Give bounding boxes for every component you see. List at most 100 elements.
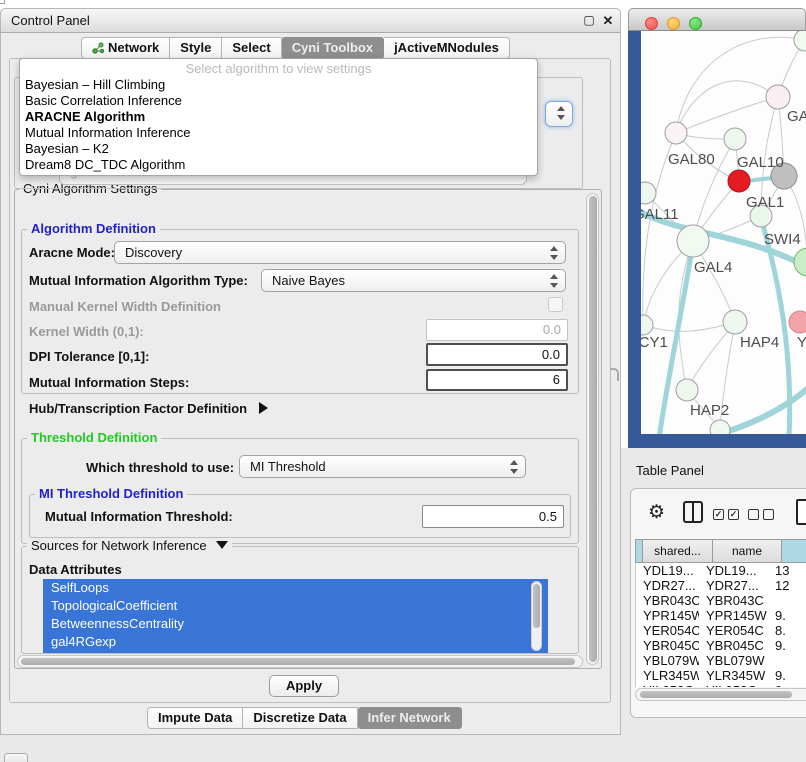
stepper-icon: [549, 274, 558, 288]
column-header-name[interactable]: name: [713, 540, 782, 562]
table-row[interactable]: YDL19...YDL19...13: [636, 563, 806, 578]
gal80-pink-node[interactable]: [665, 122, 687, 144]
tab-impute-data[interactable]: Impute Data: [147, 707, 243, 729]
node-label: Y: [797, 334, 806, 351]
right-bright-green-node[interactable]: [794, 248, 806, 276]
traffic-light-minimize-icon[interactable]: [667, 17, 680, 30]
columns-icon[interactable]: [683, 501, 703, 523]
node-label: HAP2: [690, 402, 729, 419]
control-panel-titlebar[interactable]: Control Panel ▢ ✕: [1, 9, 620, 33]
network-combo-fragment[interactable]: [545, 101, 573, 127]
tab-network[interactable]: Network: [81, 37, 170, 59]
tab-style[interactable]: Style: [170, 37, 222, 59]
unchecked-box-icon: [748, 509, 759, 520]
panel-splitter-handle[interactable]: [610, 368, 619, 381]
mi-threshold-label: Mutual Information Threshold:: [45, 509, 233, 524]
sources-group-title[interactable]: Sources for Network Inference: [27, 539, 232, 553]
network-window-titlebar[interactable]: [628, 8, 806, 31]
table-row[interactable]: YBL079WYBL079W: [636, 653, 806, 668]
stepper-icon: [509, 460, 518, 474]
show-columns-icon[interactable]: ✓ ✓: [713, 509, 739, 520]
kernel-width-label: Kernel Width (0,1):: [29, 324, 144, 339]
column-header-partial[interactable]: [782, 540, 806, 562]
row-header-column[interactable]: [636, 540, 643, 562]
list-item-topologicalcoefficient[interactable]: TopologicalCoefficient: [43, 597, 548, 615]
manual-kernel-checkbox[interactable]: [548, 297, 563, 312]
popup-item-mutual-information[interactable]: Mutual Information Inference: [20, 125, 537, 141]
popup-item-dream8[interactable]: Dream8 DC_TDC Algorithm: [20, 157, 537, 173]
network-view-window: GAL GAL80 GAL10 GAL1 GAL11 SWI4 GAL4 GCY…: [628, 8, 806, 448]
mi-threshold-field[interactable]: 0.5: [422, 505, 564, 528]
network-frame: GAL GAL80 GAL10 GAL1 GAL11 SWI4 GAL4 GCY…: [628, 31, 806, 448]
table-panel-area: Table Panel ⚙ ✓ ✓ shared... name: [621, 448, 806, 762]
tab-select[interactable]: Select: [222, 37, 281, 59]
checked-box-icon: ✓: [713, 509, 724, 520]
cutoff-button[interactable]: [4, 753, 28, 762]
hap2-green-node[interactable]: [676, 379, 698, 401]
table-row[interactable]: YPR145WYPR145W9.: [636, 608, 806, 623]
node-label: GAL4: [694, 259, 732, 276]
settings-horizontal-scrollbar[interactable]: [17, 655, 583, 668]
tab-discretize-data[interactable]: Discretize Data: [243, 707, 357, 729]
table-row[interactable]: YER054CYER054C8.: [636, 623, 806, 638]
apply-button[interactable]: Apply: [269, 675, 339, 697]
network-canvas[interactable]: GAL GAL80 GAL10 GAL1 GAL11 SWI4 GAL4 GCY…: [641, 31, 806, 434]
mi-type-combo[interactable]: Naive Bayes: [261, 269, 566, 292]
close-icon[interactable]: ✕: [600, 12, 616, 29]
table-row[interactable]: YLR345WYLR345W9.: [636, 668, 806, 683]
hub-expand-arrow-icon: [259, 402, 268, 414]
list-item-betweennesscentrality[interactable]: BetweennessCentrality: [43, 615, 548, 633]
node-label: GAL: [787, 108, 806, 125]
stepper-icon: [549, 246, 558, 260]
hap4-green-node[interactable]: [723, 310, 747, 334]
popup-item-aracne[interactable]: ARACNE Algorithm: [20, 109, 537, 125]
list-item-selfloops[interactable]: SelfLoops: [43, 579, 548, 597]
traffic-light-zoom-icon[interactable]: [689, 17, 702, 30]
dpi-tolerance-label: DPI Tolerance [0,1]:: [29, 349, 149, 364]
algorithm-dropdown-popup: Select algorithm to view settings Bayesi…: [19, 58, 538, 176]
gal-partial-pink-node[interactable]: [766, 85, 790, 109]
partial-top-node[interactable]: [794, 31, 806, 51]
table-row[interactable]: YIL052CYIL052C9.: [636, 683, 806, 687]
gear-icon[interactable]: ⚙: [648, 500, 665, 526]
traffic-light-close-icon[interactable]: [645, 17, 658, 30]
manual-kernel-label: Manual Kernel Width Definition: [29, 299, 221, 314]
popup-item-basic-correlation[interactable]: Basic Correlation Inference: [20, 93, 537, 109]
salmon-node[interactable]: [789, 311, 806, 333]
popup-item-bayesian-k2[interactable]: Bayesian – K2: [20, 141, 537, 157]
tab-jactivemnodules[interactable]: jActiveMNodules: [384, 37, 510, 59]
float-icon[interactable]: ▢: [581, 12, 597, 29]
tab-infer-network[interactable]: Infer Network: [358, 707, 462, 729]
aracne-mode-label: Aracne Mode:: [29, 245, 115, 260]
table-horizontal-scrollbar[interactable]: [635, 688, 806, 701]
gcy1-green-node[interactable]: [641, 315, 653, 335]
table-header-row: shared... name: [635, 539, 806, 563]
hub-definition-label: Hub/Transcription Factor Definition: [29, 401, 247, 416]
gal10-green-node[interactable]: [724, 128, 746, 150]
dpi-tolerance-field[interactable]: 0.0: [426, 343, 568, 366]
bottom-strip: [0, 735, 806, 762]
aracne-mode-combo[interactable]: Discovery: [114, 241, 566, 264]
document-icon[interactable]: [796, 499, 806, 525]
attribute-list-scrollbar[interactable]: [531, 581, 542, 651]
table-row[interactable]: YBR045CYBR045C9.: [636, 638, 806, 653]
table-row[interactable]: YBR043CYBR043C: [636, 593, 806, 608]
gal1-red-node[interactable]: [728, 170, 750, 192]
node-label: HAP4: [740, 334, 779, 351]
hide-columns-icon[interactable]: [748, 509, 774, 520]
which-threshold-combo[interactable]: MI Threshold: [239, 455, 526, 478]
mi-steps-field[interactable]: 6: [426, 369, 568, 391]
table-row[interactable]: YDR27...YDR27...12: [636, 578, 806, 593]
tab-cyni-toolbox[interactable]: Cyni Toolbox: [282, 37, 384, 59]
bottom-partial-node[interactable]: [710, 420, 730, 434]
hub-definition-expander[interactable]: Hub/Transcription Factor Definition: [29, 401, 268, 416]
popup-item-bayesian-hill-climbing[interactable]: Bayesian – Hill Climbing: [20, 77, 537, 93]
settings-vertical-scrollbar[interactable]: [586, 193, 599, 665]
kernel-width-field[interactable]: 0.0: [426, 319, 568, 341]
bottom-tabbar: Impute Data Discretize Data Infer Networ…: [147, 707, 462, 729]
which-threshold-value: MI Threshold: [250, 459, 326, 474]
gal4-green-node[interactable]: [677, 225, 709, 257]
column-header-shared-name[interactable]: shared...: [643, 540, 713, 562]
list-item-gal4rgexp[interactable]: gal4RGexp: [43, 633, 548, 651]
data-attributes-label: Data Attributes: [29, 562, 122, 577]
